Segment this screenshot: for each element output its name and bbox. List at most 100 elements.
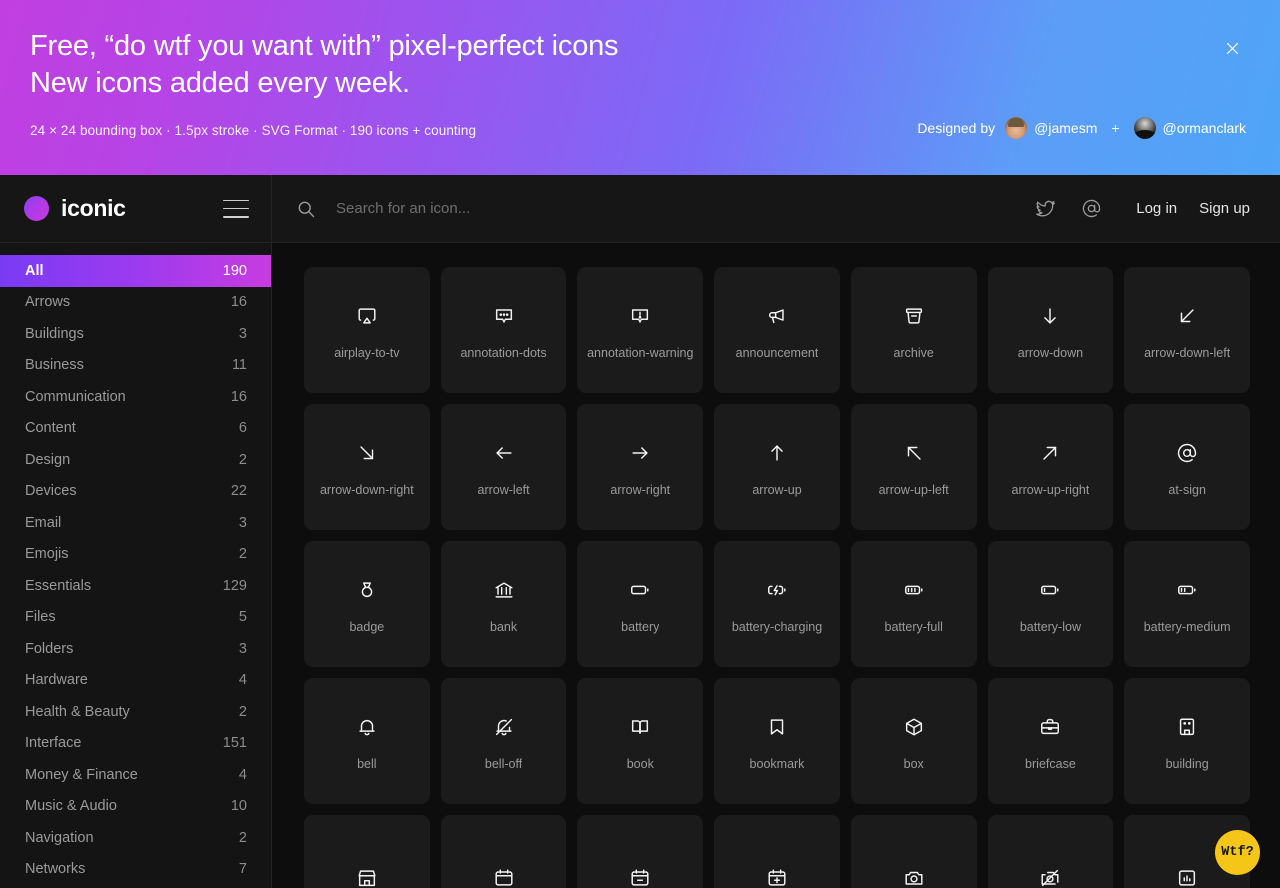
icon-card[interactable]: battery-medium [1124, 541, 1250, 667]
arrow-left-icon [493, 438, 515, 468]
camera-off-icon [1039, 863, 1061, 888]
icon-card[interactable]: arrow-up-right [987, 404, 1114, 530]
sidebar-item-interface[interactable]: Interface 151 [0, 728, 271, 760]
hamburger-bar [223, 199, 249, 202]
top-header: iconic Search for an icon... Log in Sign… [0, 175, 1280, 243]
icon-card[interactable] [440, 815, 567, 888]
search-input[interactable] [336, 200, 1023, 217]
icon-card[interactable]: arrow-down-left [1124, 267, 1250, 393]
sidebar-item-count: 2 [238, 829, 247, 846]
sidebar-item-folders[interactable]: Folders 3 [0, 633, 271, 665]
icon-card[interactable]: battery-low [987, 541, 1114, 667]
sidebar-item-label: Design [25, 451, 71, 468]
icon-card[interactable]: box [850, 678, 977, 804]
sidebar-item-essentials[interactable]: Essentials 129 [0, 570, 271, 602]
sidebar-item-count: 129 [222, 577, 247, 594]
arrow-down-icon [1039, 301, 1061, 331]
at-sign-icon [1176, 438, 1198, 468]
icon-card[interactable]: briefcase [987, 678, 1114, 804]
arrow-up-icon [766, 438, 788, 468]
battery-medium-icon [1176, 575, 1198, 605]
icon-card[interactable]: bell [304, 678, 430, 804]
icon-card[interactable]: battery-charging [714, 541, 840, 667]
sidebar-item-label: Money & Finance [25, 766, 138, 783]
icon-card[interactable]: battery-full [850, 541, 977, 667]
sidebar-item-devices[interactable]: Devices 22 [0, 476, 271, 508]
icon-card[interactable] [577, 815, 704, 888]
arrow-down-right-icon [356, 438, 378, 468]
icon-card[interactable]: arrow-down [987, 267, 1114, 393]
sidebar-item-count: 4 [238, 766, 247, 783]
icon-card[interactable] [304, 815, 430, 888]
sidebar-item-buildings[interactable]: Buildings 3 [0, 318, 271, 350]
sidebar-item-label: Folders [25, 640, 74, 657]
icon-card[interactable]: airplay-to-tv [304, 267, 430, 393]
building-icon [1176, 712, 1198, 742]
icon-card[interactable] [987, 815, 1114, 888]
sidebar-item-count: 11 [231, 357, 247, 374]
sidebar-item-all[interactable]: All 190 [0, 255, 271, 287]
sidebar-item-navigation[interactable]: Navigation 2 [0, 822, 271, 854]
twitter-link[interactable] [1022, 186, 1068, 232]
building-store-icon [356, 863, 378, 888]
calendar-plus-icon [766, 863, 788, 888]
author-one-handle[interactable]: @jamesm [1034, 120, 1097, 136]
sidebar-item-business[interactable]: Business 11 [0, 350, 271, 382]
icon-card[interactable] [714, 815, 840, 888]
sidebar-item-arrows[interactable]: Arrows 16 [0, 287, 271, 319]
icon-card[interactable]: arrow-up-left [850, 404, 977, 530]
sidebar-item-design[interactable]: Design 2 [0, 444, 271, 476]
icon-card-label: building [1165, 756, 1209, 771]
icon-card[interactable]: arrow-right [577, 404, 704, 530]
icon-card-label: arrow-down-left [1144, 345, 1231, 360]
sidebar-item-money-finance[interactable]: Money & Finance 4 [0, 759, 271, 791]
sidebar-item-count: 16 [230, 294, 247, 311]
sidebar-item-count: 2 [238, 703, 247, 720]
banner-close-button[interactable] [1218, 34, 1246, 62]
sidebar-item-communication[interactable]: Communication 16 [0, 381, 271, 413]
icon-card[interactable]: book [577, 678, 704, 804]
sidebar-item-health-beauty[interactable]: Health & Beauty 2 [0, 696, 271, 728]
at-sign-icon [1082, 199, 1100, 218]
icon-card[interactable]: battery [577, 541, 704, 667]
sidebar-item-content[interactable]: Content 6 [0, 413, 271, 445]
icon-card[interactable]: at-sign [1124, 404, 1250, 530]
icon-card[interactable]: announcement [714, 267, 840, 393]
login-link[interactable]: Log in [1136, 200, 1177, 217]
icon-card-label: annotation-warning [587, 345, 694, 360]
email-link[interactable] [1068, 186, 1114, 232]
icon-card[interactable]: annotation-warning [577, 267, 704, 393]
wtf-help-button[interactable]: Wtf? [1215, 830, 1260, 875]
logo-circle-icon [24, 196, 49, 221]
signup-link[interactable]: Sign up [1199, 200, 1250, 217]
icon-card[interactable]: arrow-up [714, 404, 840, 530]
icon-card-label: airplay-to-tv [334, 345, 400, 360]
icon-card[interactable]: bell-off [440, 678, 567, 804]
icon-card[interactable]: archive [850, 267, 977, 393]
search-bar[interactable] [296, 175, 1023, 242]
author-two-handle[interactable]: @ormanclark [1163, 120, 1246, 136]
hamburger-bar [223, 207, 249, 210]
icon-card[interactable]: arrow-down-right [304, 404, 430, 530]
sidebar-item-networks[interactable]: Networks 7 [0, 854, 271, 886]
icon-card[interactable]: bookmark [714, 678, 840, 804]
sidebar-item-label: Interface [25, 735, 82, 752]
hamburger-menu-icon[interactable] [223, 199, 249, 218]
icon-content-area: airplay-to-tv annotation-dots annotation-w… [272, 243, 1280, 888]
icon-card[interactable]: arrow-left [440, 404, 567, 530]
sidebar-item-email[interactable]: Email 3 [0, 507, 271, 539]
sidebar-item-files[interactable]: Files 5 [0, 602, 271, 634]
header-actions: Log in Sign up [1022, 186, 1250, 232]
logo-text[interactable]: iconic [61, 195, 126, 222]
icon-card[interactable]: building [1124, 678, 1250, 804]
sidebar-item-hardware[interactable]: Hardware 4 [0, 665, 271, 697]
sidebar-item-count: 4 [238, 672, 247, 689]
icon-card[interactable]: badge [304, 541, 430, 667]
category-sidebar[interactable]: All 190 Arrows 16 Buildings 3 Business 11 Commun… [0, 243, 272, 888]
sidebar-item-music-audio[interactable]: Music & Audio 10 [0, 791, 271, 823]
icon-card[interactable] [850, 815, 977, 888]
sidebar-item-emojis[interactable]: Emojis 2 [0, 539, 271, 571]
announcement-icon [766, 301, 788, 331]
icon-card[interactable]: bank [440, 541, 567, 667]
icon-card[interactable]: annotation-dots [440, 267, 567, 393]
